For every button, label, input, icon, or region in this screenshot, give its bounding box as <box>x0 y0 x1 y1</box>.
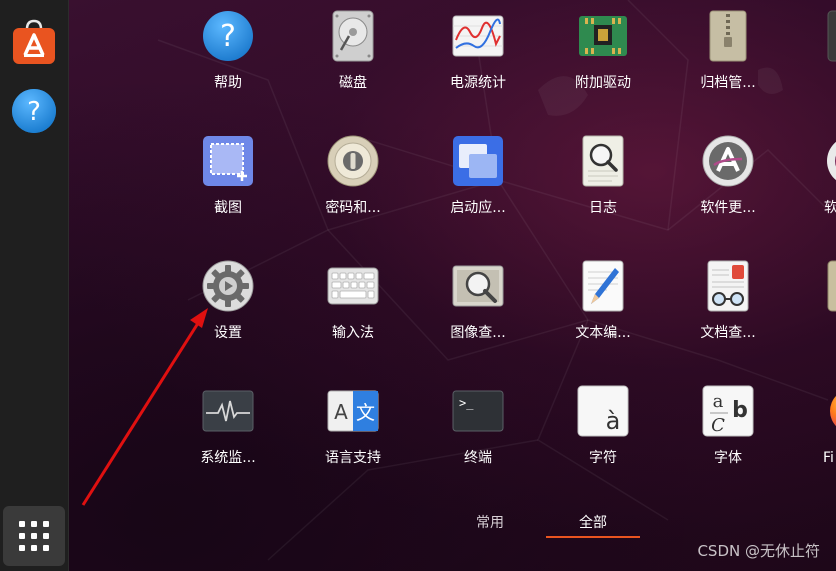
language-cjk-glyph: 文 <box>356 402 375 424</box>
app-label: 输入法 <box>332 325 374 341</box>
grid-dot <box>43 533 49 539</box>
shopping-bag-icon <box>13 19 55 64</box>
characters-icon: à <box>577 385 629 437</box>
app-label: 附加驱动 <box>575 75 631 91</box>
app-disks[interactable]: 磁盘 <box>298 10 408 92</box>
app-label: 文档查... <box>700 325 756 341</box>
dock-item-ubuntu-software[interactable] <box>9 17 59 67</box>
help-icon: ? <box>203 11 253 61</box>
terminal-icon: >_ <box>452 390 504 432</box>
grid-dot <box>19 545 25 551</box>
startup-apps-icon <box>453 136 503 186</box>
watermark: CSDN @无休止符 <box>697 542 820 560</box>
app-text-editor[interactable]: 文本编... <box>548 260 658 342</box>
grid-dot <box>43 521 49 527</box>
tab-all[interactable]: 全部 <box>546 513 640 533</box>
app-passwords-keys[interactable]: 密码和... <box>298 135 408 217</box>
app-software-updater[interactable]: 软件更... <box>673 135 783 217</box>
app-label: Fi <box>823 450 834 466</box>
app-power-statistics[interactable]: 电源统计 <box>423 10 533 92</box>
app-label: 软件更... <box>700 200 756 216</box>
app-label: 电源统计 <box>450 75 506 91</box>
grid-dot <box>43 545 49 551</box>
screenshot-icon <box>203 136 253 186</box>
fonts-b-glyph: b <box>732 398 748 423</box>
grid-dot <box>31 521 37 527</box>
fonts-c-glyph: C <box>711 415 725 436</box>
grid-dot <box>31 533 37 539</box>
help-glyph: ? <box>27 97 41 127</box>
app-label: 软 <box>824 200 836 216</box>
app-label: 归档管... <box>700 75 756 91</box>
help-glyph: ? <box>220 19 236 54</box>
app-screenshot[interactable]: 截图 <box>173 135 283 217</box>
app-partial-row2[interactable]: 软 <box>798 135 836 217</box>
keyboard-icon <box>327 267 379 305</box>
app-label: 密码和... <box>325 200 381 216</box>
tab-frequent[interactable]: 常用 <box>468 513 512 533</box>
power-stats-icon <box>452 15 504 57</box>
text-editor-icon <box>582 260 624 312</box>
app-label: 字体 <box>714 450 742 466</box>
app-label: 磁盘 <box>339 75 367 91</box>
app-startup-applications[interactable]: 启动应... <box>423 135 533 217</box>
app-label: 文本编... <box>575 325 631 341</box>
app-partial-row3[interactable] <box>798 260 836 312</box>
annotation-arrow <box>81 308 208 506</box>
app-logs[interactable]: 日志 <box>548 135 658 217</box>
app-label: 图像查... <box>450 325 506 341</box>
app-label: 截图 <box>214 200 242 216</box>
show-applications-button[interactable] <box>3 506 65 566</box>
partial-app-icon <box>827 10 836 62</box>
app-additional-drivers[interactable]: 附加驱动 <box>548 10 658 92</box>
image-viewer-icon <box>452 265 504 307</box>
document-viewer-icon <box>707 260 749 312</box>
app-label: 终端 <box>464 450 492 466</box>
app-input-method[interactable]: 输入法 <box>298 260 408 342</box>
app-partial-row4[interactable]: Fi <box>798 385 836 467</box>
dock-item-help[interactable]: ? <box>9 86 59 136</box>
app-label: 语言支持 <box>325 450 381 466</box>
terminal-prompt-glyph: >_ <box>459 396 474 410</box>
help-icon: ? <box>12 89 56 133</box>
fonts-icon: a b C <box>702 385 754 437</box>
firefox-icon <box>830 395 836 427</box>
app-terminal[interactable]: >_ 终端 <box>423 385 533 467</box>
grid-dot <box>31 545 37 551</box>
app-fonts[interactable]: a b C 字体 <box>673 385 783 467</box>
log-icon <box>582 135 624 187</box>
app-document-viewer[interactable]: 文档查... <box>673 260 783 342</box>
dock: ? <box>0 0 69 571</box>
app-help[interactable]: ? 帮助 <box>173 10 283 92</box>
disk-icon <box>332 10 374 62</box>
app-archive-manager[interactable]: 归档管... <box>673 10 783 92</box>
archive-icon <box>709 10 747 62</box>
app-label: 日志 <box>589 200 617 216</box>
app-language-support[interactable]: A 文 语言支持 <box>298 385 408 467</box>
app-partial-row1[interactable] <box>798 10 836 62</box>
tab-active-indicator <box>546 536 640 538</box>
fonts-a-glyph: a <box>713 391 724 412</box>
software-updater-icon <box>702 135 754 187</box>
grid-dot <box>19 533 25 539</box>
app-label: 帮助 <box>214 75 242 91</box>
app-image-viewer[interactable]: 图像查... <box>423 260 533 342</box>
partial-app-icon <box>827 260 836 312</box>
characters-glyph: à <box>606 407 621 435</box>
app-label: 字符 <box>589 450 617 466</box>
grid-dot <box>19 521 25 527</box>
chip-icon <box>579 16 627 56</box>
language-icon: A 文 <box>327 390 379 432</box>
keyhole-icon <box>327 135 379 187</box>
language-latin-glyph: A <box>334 400 348 424</box>
app-label: 启动应... <box>450 200 506 216</box>
partial-app-icon <box>827 141 836 181</box>
app-characters[interactable]: à 字符 <box>548 385 658 467</box>
